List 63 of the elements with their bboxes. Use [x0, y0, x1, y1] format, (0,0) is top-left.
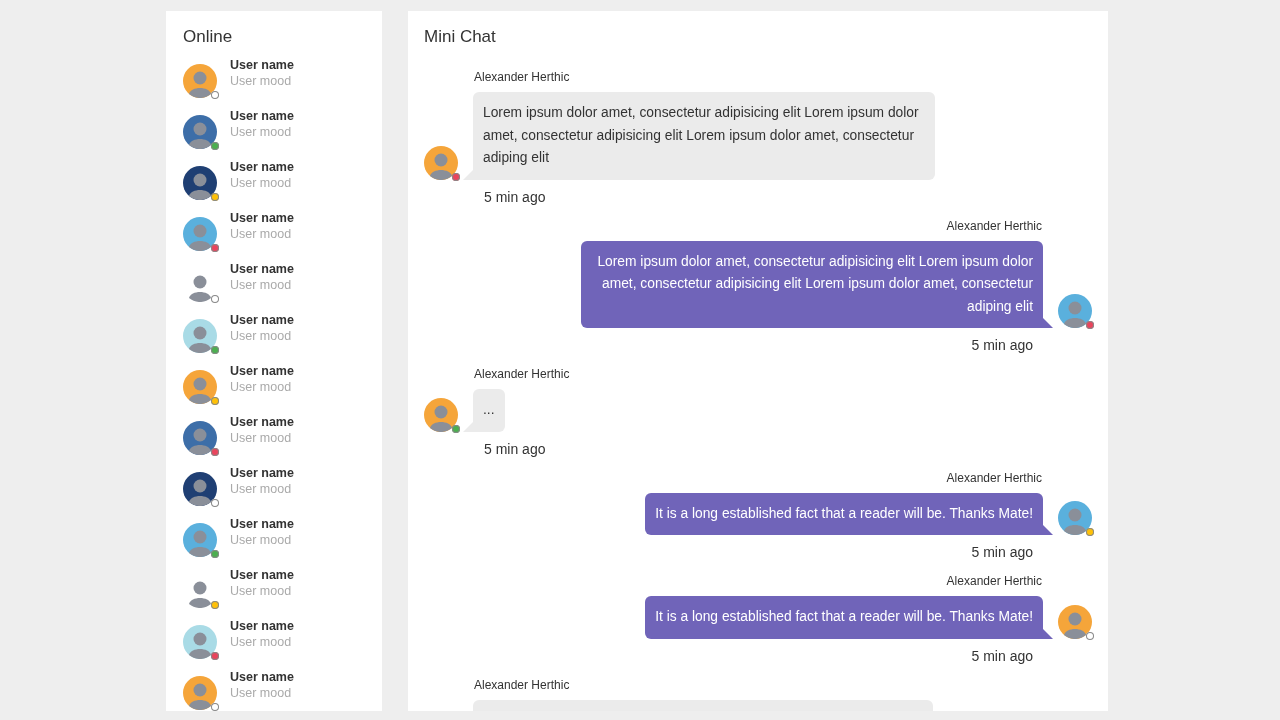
message-time: 5 min ago	[971, 337, 1033, 353]
user-mood: User mood	[230, 328, 293, 343]
avatar-icon	[183, 114, 217, 149]
user-mood: User mood	[230, 685, 293, 700]
user-mood: User mood	[230, 481, 293, 496]
user-name[interactable]: User name	[230, 363, 294, 378]
user-mood: User mood	[230, 277, 293, 292]
avatar-icon	[1058, 604, 1092, 639]
avatar-icon	[424, 145, 458, 180]
message-author: Alexander Herthic	[946, 470, 1042, 485]
bubble-tail	[1043, 525, 1053, 535]
user-name[interactable]: User name	[230, 108, 294, 123]
avatar-icon	[183, 624, 217, 659]
user-mood: User mood	[230, 583, 293, 598]
user-name[interactable]: User name	[230, 465, 294, 480]
bubble-tail	[1043, 318, 1053, 328]
user-name[interactable]: User name	[230, 414, 294, 429]
avatar-icon	[183, 165, 217, 200]
avatar-icon	[183, 369, 217, 404]
message-bubble: It is a long established fact that a reader will be. Thanks Mate!	[645, 492, 1043, 535]
user-name[interactable]: User name	[230, 57, 294, 72]
message-bubble: Lorem ipsum dolor amet, consectetur adipisicing elit Lorem ipsum dolor amet, consectetur adipisicing elit Lorem ipsum dolor amet, consectetur adiping elit	[581, 240, 1043, 328]
user-mood: User mood	[230, 634, 293, 649]
user-name[interactable]: User name	[230, 516, 294, 531]
user-name[interactable]: User name	[230, 159, 294, 174]
message-author: Alexander Herthic	[946, 574, 1042, 588]
avatar-icon	[183, 318, 217, 353]
avatar-icon	[183, 522, 217, 557]
avatar-icon	[183, 216, 217, 251]
message-bubble: Lorem ipsum dolor amet, consectetur adipisicing elit Lorem ipsum dolor amet, consectetur adipisicing elit Lorem ipsum dolor amet, consectetur adiping elit	[473, 92, 935, 180]
message-time: 5 min ago	[484, 188, 546, 205]
user-mood: User mood	[230, 175, 293, 190]
user-name[interactable]: User name	[230, 312, 294, 327]
user-mood: User mood	[230, 226, 293, 241]
avatar-icon	[424, 397, 458, 432]
user-mood: User mood	[230, 124, 293, 139]
sidebar-title: Online	[183, 27, 234, 47]
user-mood: User mood	[230, 379, 293, 394]
message-author: Alexander Herthic	[474, 70, 570, 84]
user-mood: User mood	[230, 532, 293, 547]
chat-title: Mini Chat	[424, 27, 497, 47]
user-mood: User mood	[230, 430, 293, 445]
message-time: 5 min ago	[971, 544, 1033, 560]
user-name[interactable]: User name	[230, 210, 294, 225]
avatar-icon	[1058, 294, 1092, 328]
avatar-icon	[183, 63, 217, 98]
user-name[interactable]: User name	[230, 261, 294, 276]
user-name[interactable]: User name	[230, 618, 294, 633]
bubble-tail	[1043, 628, 1053, 639]
message-bubble: It is a long established fact that a reader will be. Thanks Mate!	[645, 596, 1043, 639]
user-name[interactable]: User name	[230, 669, 294, 684]
avatar-icon	[183, 675, 217, 710]
message-time: 5 min ago	[484, 440, 546, 457]
avatar-icon	[1058, 501, 1092, 535]
user-name[interactable]: User name	[230, 567, 294, 582]
message-bubble: ...	[473, 389, 505, 432]
user-mood: User mood	[230, 73, 293, 88]
message-time: 5 min ago	[971, 647, 1033, 664]
avatar-icon	[183, 471, 217, 506]
avatar-icon	[183, 420, 217, 455]
message-author: Alexander Herthic	[474, 367, 570, 381]
message-author: Alexander Herthic	[474, 677, 570, 692]
message-author: Alexander Herthic	[946, 218, 1042, 233]
